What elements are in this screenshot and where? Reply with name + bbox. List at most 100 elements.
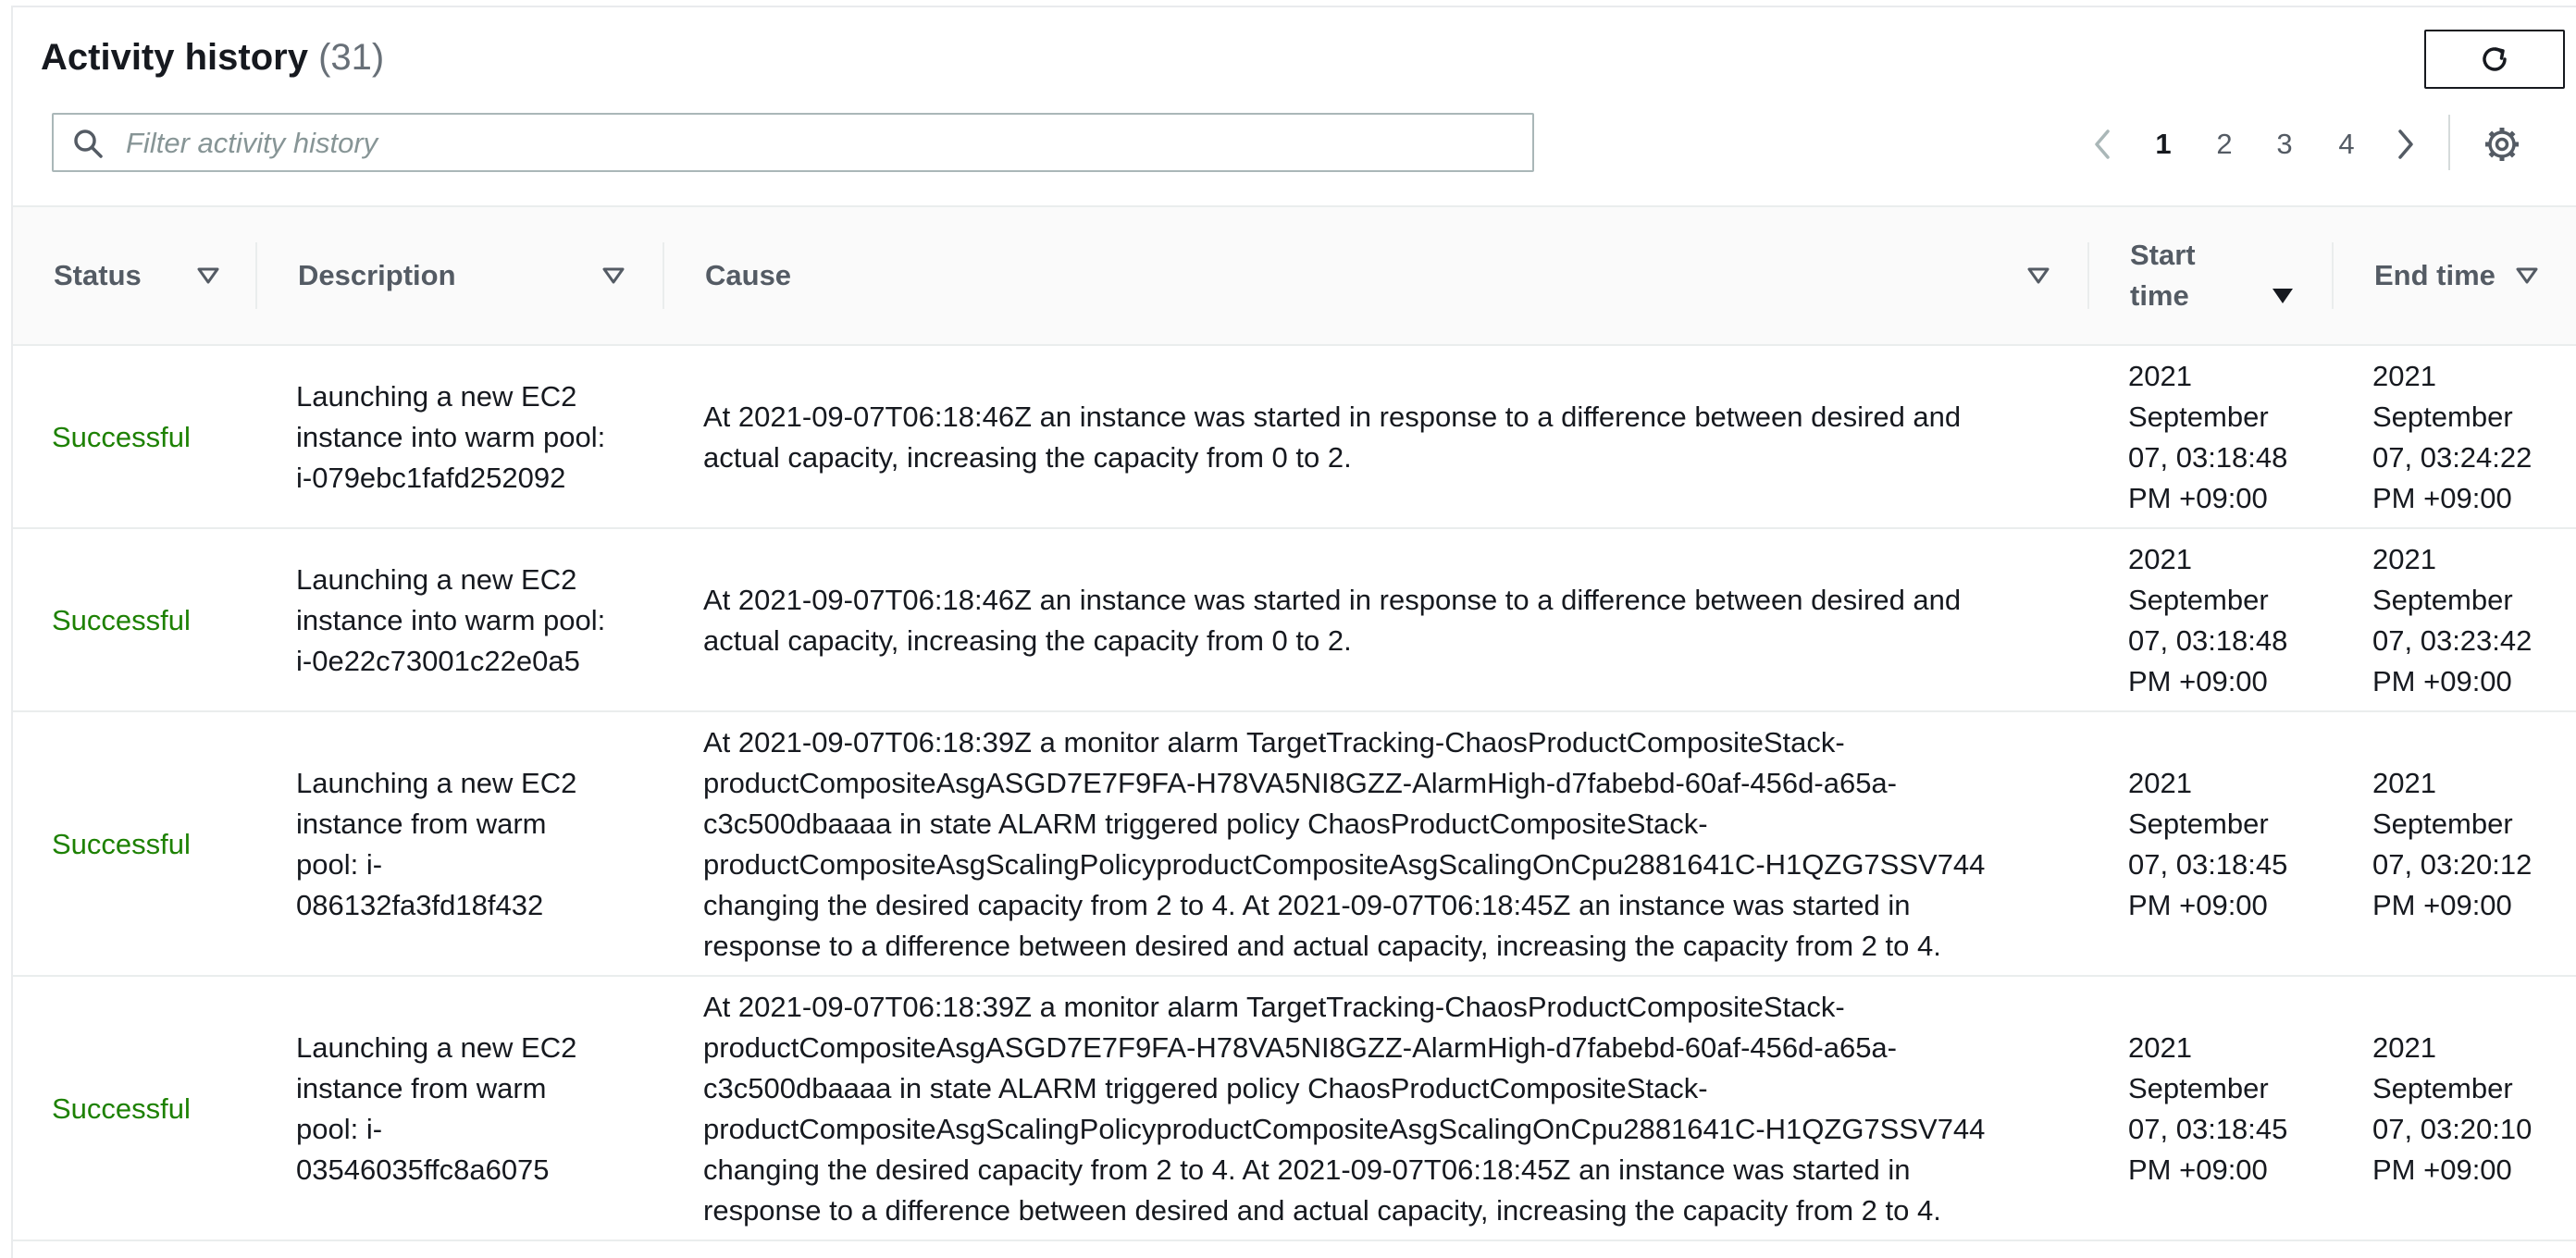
cell-description-line: instance from warm	[296, 808, 547, 840]
cell-start_time-line: September	[2128, 401, 2269, 433]
sort-descending-icon[interactable]	[2271, 287, 2295, 305]
sort-icon[interactable]	[196, 266, 220, 285]
title-text: Activity history	[41, 37, 308, 78]
cell-start_time-line: September	[2128, 584, 2269, 616]
cell-description-line: i-079ebc1fafd252092	[296, 462, 566, 494]
cell-end_time-line: PM +09:00	[2372, 889, 2512, 921]
cell-description-line: instance into warm pool:	[296, 421, 606, 453]
cell-status: Successful	[52, 604, 191, 636]
chevron-right-icon[interactable]	[2391, 126, 2421, 163]
search-icon	[74, 130, 103, 158]
cell-start_time: 2021 September 07, 03:18:45 PM +09:00	[2128, 763, 2287, 926]
cell-description-line: Launching a new EC2	[296, 767, 577, 799]
column-header-cause[interactable]: Cause	[705, 255, 791, 296]
cell-cause: At 2021-09-07T06:18:39Z a monitor alarm …	[703, 987, 1985, 1231]
gear-icon[interactable]	[2483, 124, 2520, 165]
cell-description-line: pool: i-	[296, 848, 383, 881]
cell-end_time-line: PM +09:00	[2372, 1153, 2512, 1186]
cell-status: Successful	[52, 421, 191, 453]
cell-cause-line: changing the desired capacity from 2 to …	[703, 1153, 1911, 1186]
sort-icon[interactable]	[601, 266, 625, 285]
sort-icon[interactable]	[2515, 266, 2539, 285]
cell-end_time-line: September	[2372, 1072, 2513, 1104]
page-4[interactable]: 4	[2326, 126, 2367, 163]
column-header-start-time-line1: Start	[2130, 239, 2196, 271]
cell-start_time: 2021 September 07, 03:18:48 PM +09:00	[2128, 356, 2287, 519]
cell-cause-line: productCompositeAsgASGD7E7F9FA-H78VA5NI8…	[703, 767, 1897, 799]
cell-end_time-line: September	[2372, 401, 2513, 433]
cell-description-line: instance into warm pool:	[296, 604, 606, 636]
cell-cause-line: At 2021-09-07T06:18:39Z a monitor alarm …	[703, 991, 1845, 1023]
column-divider	[2332, 242, 2334, 309]
column-header-end-time[interactable]: End time	[2374, 255, 2496, 296]
cell-cause-line: productCompositeAsgScalingPolicyproductC…	[703, 848, 1986, 881]
column-header-start-time[interactable]: Start time	[2130, 235, 2196, 316]
cell-end_time-line: 07, 03:20:12	[2372, 848, 2533, 881]
cell-start_time-line: 2021	[2128, 767, 2192, 799]
cell-end_time: 2021 September 07, 03:20:10 PM +09:00	[2372, 1028, 2532, 1190]
cell-description-line: Launching a new EC2	[296, 1031, 577, 1064]
cell-end_time-line: 2021	[2372, 543, 2436, 575]
cell-end_time: 2021 September 07, 03:20:12 PM +09:00	[2372, 763, 2532, 926]
cell-cause-line: productCompositeAsgScalingPolicyproductC…	[703, 1113, 1986, 1145]
cell-start_time-line: 2021	[2128, 543, 2192, 575]
cell-start_time-line: September	[2128, 808, 2269, 840]
page-title: Activity history (31)	[41, 37, 384, 79]
cell-cause-line: actual capacity, increasing the capacity…	[703, 624, 1352, 657]
cell-cause-line: c3c500dbaaaa in state ALARM triggered po…	[703, 808, 1708, 840]
search-input[interactable]	[124, 115, 1516, 172]
column-divider	[663, 242, 664, 309]
cell-start_time: 2021 September 07, 03:18:45 PM +09:00	[2128, 1028, 2287, 1190]
cell-start_time-line: 07, 03:18:48	[2128, 624, 2288, 657]
cell-start_time-line: 2021	[2128, 1031, 2192, 1064]
cell-start_time-line: PM +09:00	[2128, 665, 2268, 697]
title-count: (31)	[318, 37, 385, 78]
cell-status: Successful	[52, 828, 191, 860]
cell-cause-line: actual capacity, increasing the capacity…	[703, 441, 1352, 474]
cell-cause-line: At 2021-09-07T06:18:46Z an instance was …	[703, 401, 1962, 433]
cell-cause-line: changing the desired capacity from 2 to …	[703, 889, 1911, 921]
cell-description-line: instance from warm	[296, 1072, 547, 1104]
cell-description: Launching a new EC2 instance into warm po…	[296, 376, 605, 499]
cell-cause-line: At 2021-09-07T06:18:46Z an instance was …	[703, 584, 1962, 616]
cell-cause-line: response to a difference between desired…	[703, 930, 1941, 962]
cell-start_time-line: PM +09:00	[2128, 889, 2268, 921]
page-3[interactable]: 3	[2264, 126, 2305, 163]
refresh-button[interactable]	[2424, 30, 2565, 89]
cell-end_time-line: 07, 03:24:22	[2372, 441, 2533, 474]
cell-cause-line: response to a difference between desired…	[703, 1194, 1941, 1227]
cell-end_time-line: September	[2372, 584, 2513, 616]
page-2[interactable]: 2	[2204, 126, 2245, 163]
cell-start_time: 2021 September 07, 03:18:48 PM +09:00	[2128, 539, 2287, 702]
sort-icon[interactable]	[2026, 266, 2050, 285]
cell-start_time-line: 07, 03:18:45	[2128, 848, 2288, 881]
cell-description-line: Launching a new EC2	[296, 563, 577, 596]
cell-end_time-line: 2021	[2372, 360, 2436, 392]
column-divider	[2087, 242, 2089, 309]
page-1[interactable]: 1	[2143, 126, 2184, 163]
cell-start_time-line: 07, 03:18:45	[2128, 1113, 2288, 1145]
cell-cause: At 2021-09-07T06:18:46Z an instance was …	[703, 397, 1961, 478]
column-header-start-time-line2: time	[2130, 279, 2189, 312]
cell-description-line: 03546035ffc8a6075	[296, 1153, 550, 1186]
cell-end_time-line: September	[2372, 808, 2513, 840]
cell-status: Successful	[52, 1092, 191, 1125]
cell-description-line: Launching a new EC2	[296, 380, 577, 413]
cell-start_time-line: September	[2128, 1072, 2269, 1104]
cell-start_time-line: PM +09:00	[2128, 1153, 2268, 1186]
cell-description-line: pool: i-	[296, 1113, 383, 1145]
cell-end_time-line: 07, 03:23:42	[2372, 624, 2533, 657]
cell-description: Launching a new EC2 instance from warm poo…	[296, 1028, 576, 1190]
cell-start_time-line: 2021	[2128, 360, 2192, 392]
cell-end_time-line: PM +09:00	[2372, 665, 2512, 697]
chevron-left-icon[interactable]	[2087, 126, 2117, 163]
column-header-description[interactable]: Description	[298, 255, 456, 296]
cell-cause: At 2021-09-07T06:18:39Z a monitor alarm …	[703, 722, 1985, 967]
column-header-status[interactable]: Status	[54, 255, 142, 296]
cell-cause-line: productCompositeAsgASGD7E7F9FA-H78VA5NI8…	[703, 1031, 1897, 1064]
column-divider	[255, 242, 257, 309]
cell-end_time-line: 2021	[2372, 1031, 2436, 1064]
search-field[interactable]	[52, 113, 1534, 172]
cell-end_time-line: 07, 03:20:10	[2372, 1113, 2533, 1145]
cell-description: Launching a new EC2 instance from warm poo…	[296, 763, 576, 926]
